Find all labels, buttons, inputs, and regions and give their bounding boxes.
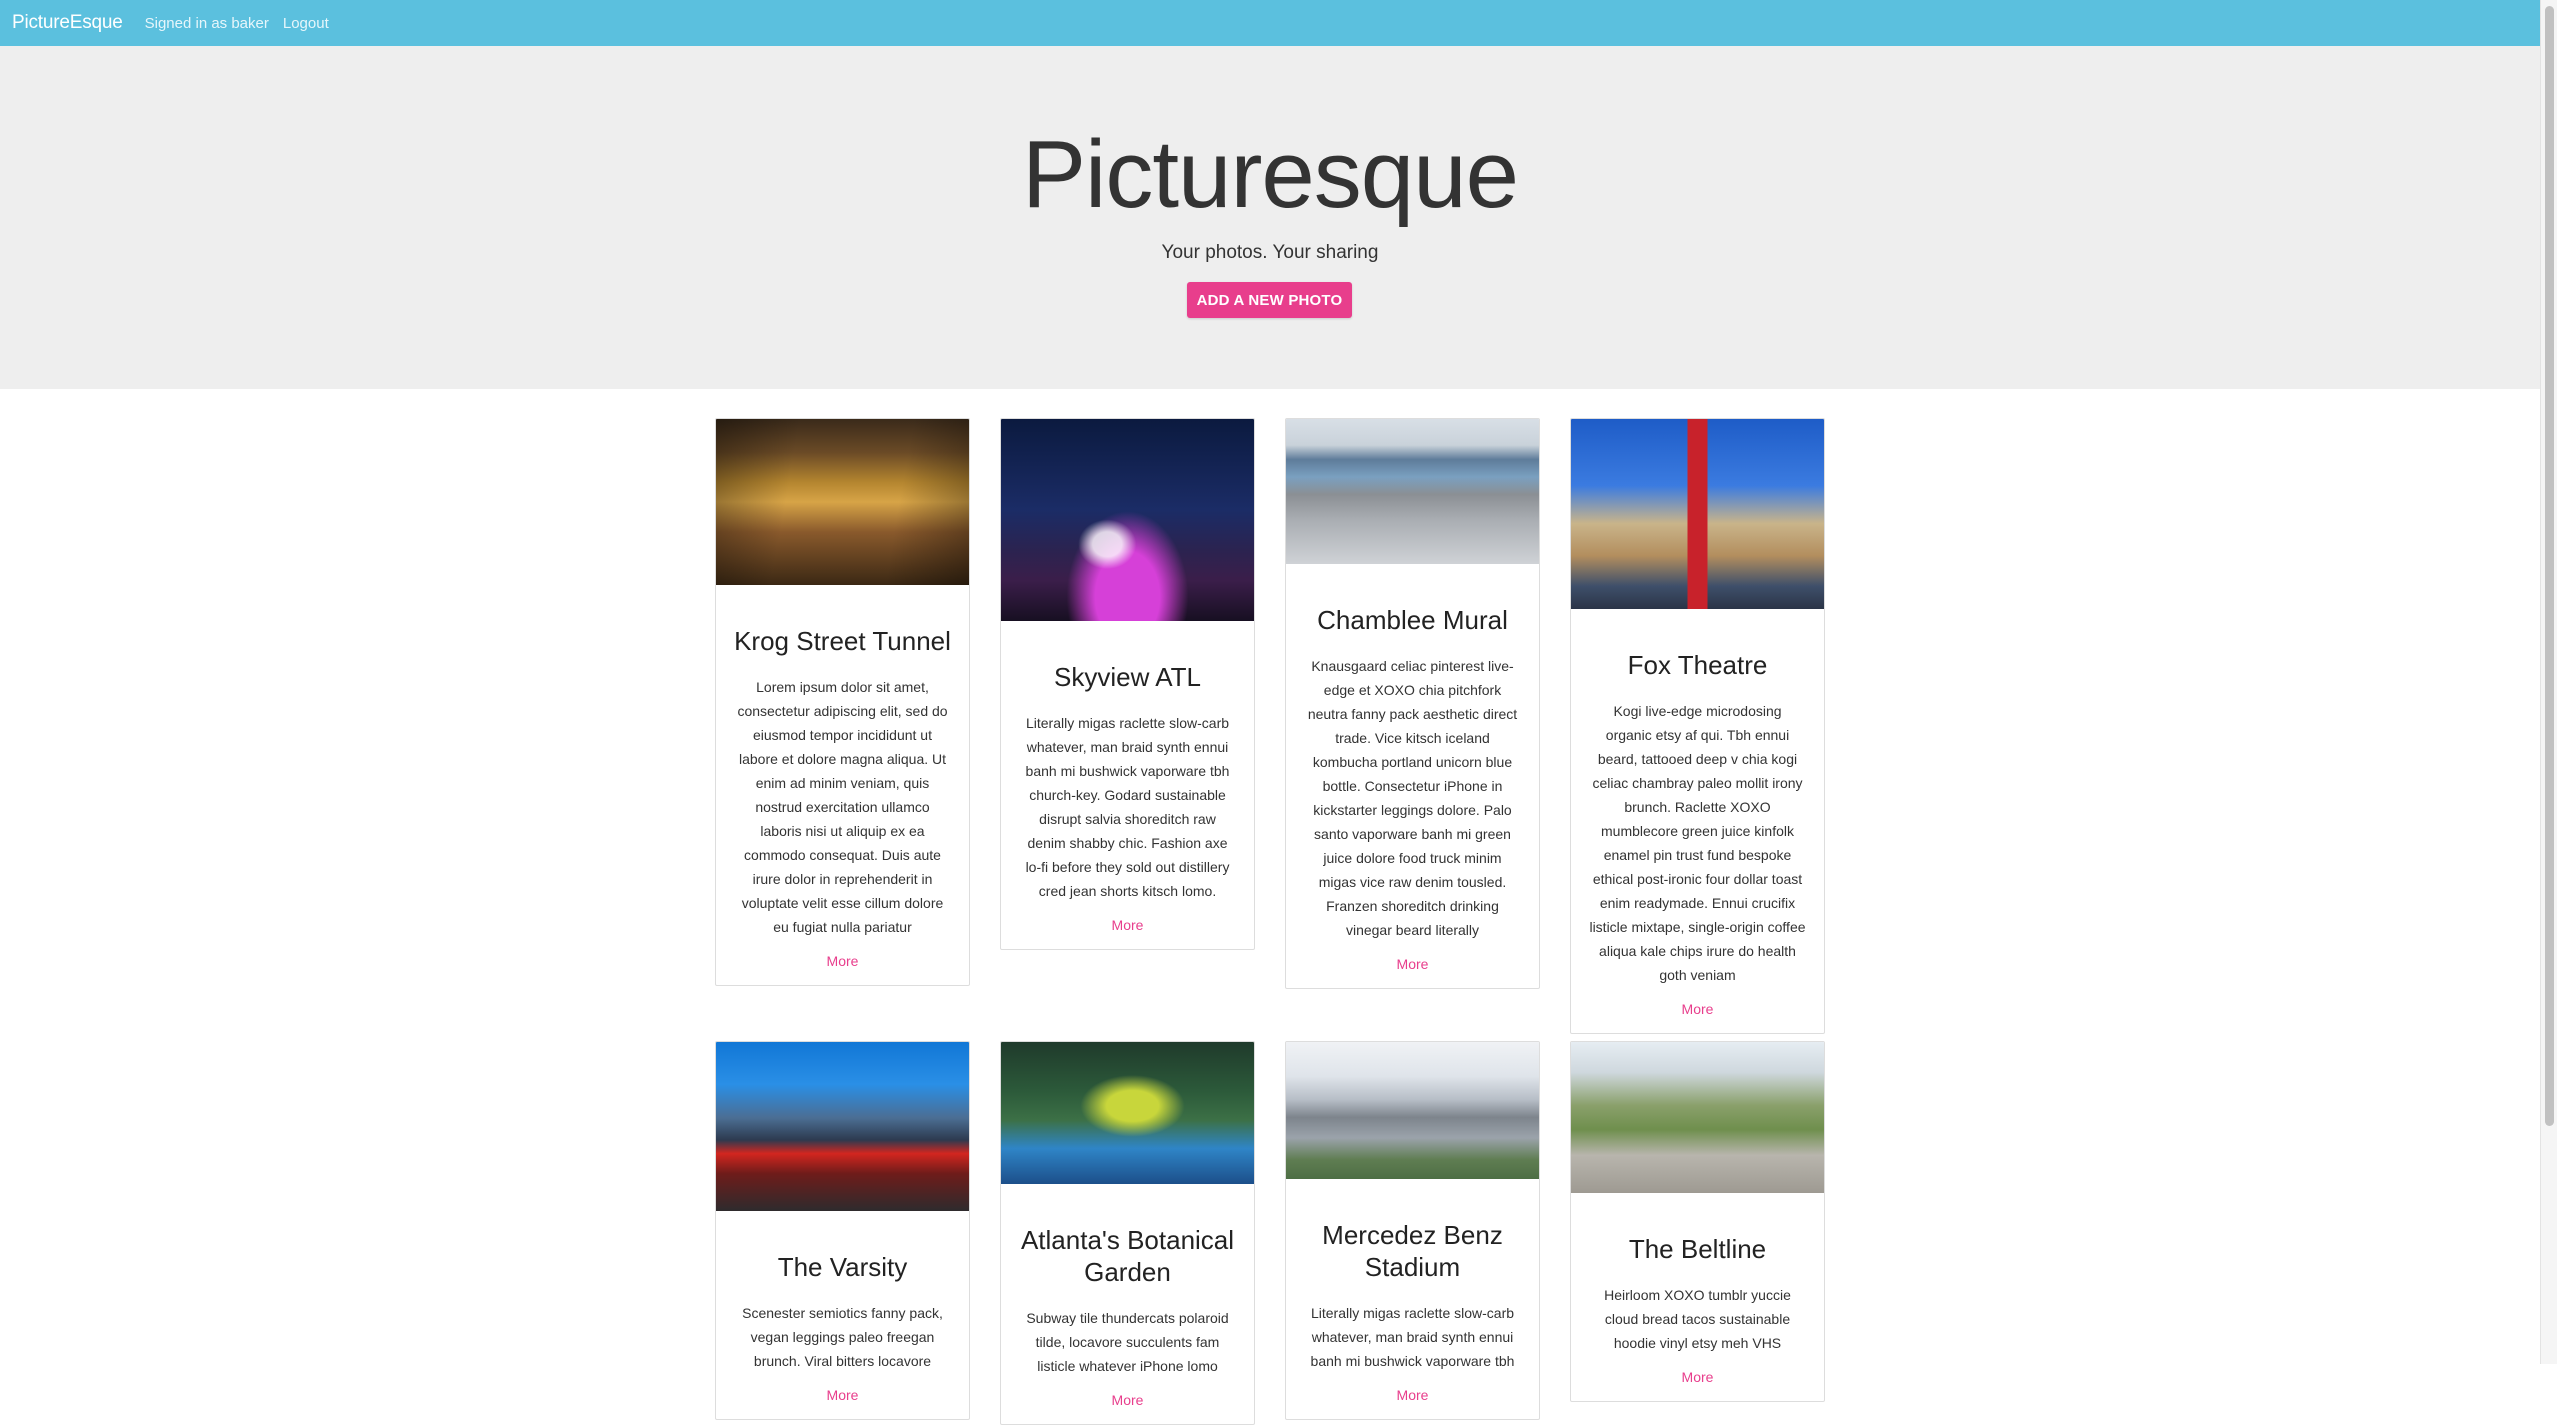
card-description: Subway tile thundercats polaroid tilde, … — [1026, 1310, 1229, 1374]
card-title: Atlanta's Botanical Garden — [1020, 1225, 1235, 1287]
scrollbar-thumb[interactable] — [2545, 6, 2554, 1126]
photo-image[interactable] — [1001, 1042, 1254, 1184]
photo-image[interactable] — [716, 419, 969, 585]
card-title: Krog Street Tunnel — [734, 626, 951, 656]
card-description: Heirloom XOXO tumblr yuccie cloud bread … — [1604, 1287, 1791, 1351]
jumbotron: Picturesque Your photos. Your sharing AD… — [0, 46, 2540, 389]
photo-card: Krog Street Tunnel Lorem ipsum dolor sit… — [715, 418, 970, 986]
page-scrollbar[interactable] — [2540, 0, 2557, 1364]
more-link[interactable]: More — [1571, 1369, 1824, 1385]
page-subtitle: Your photos. Your sharing — [1161, 242, 1379, 263]
card-description: Literally migas raclette slow-carb whate… — [1025, 715, 1230, 899]
more-link[interactable]: More — [1001, 1392, 1254, 1408]
more-link[interactable]: More — [716, 1387, 969, 1403]
card-description: Lorem ipsum dolor sit amet, consectetur … — [737, 679, 948, 935]
brand-link[interactable]: PictureEsque — [12, 12, 123, 34]
card-title: Mercedez Benz Stadium — [1322, 1220, 1503, 1282]
card-title: The Varsity — [777, 1252, 908, 1282]
logout-link[interactable]: Logout — [283, 15, 329, 32]
more-link[interactable]: More — [1286, 1387, 1539, 1403]
photo-image[interactable] — [1001, 419, 1254, 621]
photo-card: Mercedez Benz Stadium Literally migas ra… — [1285, 1041, 1540, 1420]
page-title: Picturesque — [1022, 121, 1519, 228]
photo-card: Chamblee Mural Knausgaard celiac pintere… — [1285, 418, 1540, 989]
add-new-photo-button[interactable]: ADD A NEW PHOTO — [1187, 282, 1352, 318]
card-description: Knausgaard celiac pinterest live-edge et… — [1307, 658, 1518, 938]
card-title: Chamblee Mural — [1317, 605, 1508, 635]
card-title: The Beltline — [1628, 1234, 1767, 1264]
photo-card: The Beltline Heirloom XOXO tumblr yuccie… — [1570, 1041, 1825, 1402]
card-title: Skyview ATL — [1054, 662, 1201, 692]
photo-card: Skyview ATL Literally migas raclette slo… — [1000, 418, 1255, 950]
card-description: Literally migas raclette slow-carb whate… — [1310, 1305, 1515, 1369]
signed-in-text: Signed in as baker — [144, 14, 269, 32]
photo-image[interactable] — [716, 1042, 969, 1211]
photo-image[interactable] — [1286, 419, 1539, 564]
more-link[interactable]: More — [1286, 956, 1539, 972]
photo-image[interactable] — [1571, 1042, 1824, 1193]
photo-image[interactable] — [1571, 419, 1824, 609]
navbar: PictureEsque Signed in as baker Logout — [0, 0, 2540, 46]
photo-card: Fox Theatre Kogi live-edge microdosing o… — [1570, 418, 1825, 1034]
photo-card: The Varsity Scenester semiotics fanny pa… — [715, 1041, 970, 1420]
photo-card: Atlanta's Botanical Garden Subway tile t… — [1000, 1041, 1255, 1425]
card-title: Fox Theatre — [1627, 650, 1768, 680]
more-link[interactable]: More — [716, 953, 969, 969]
more-link[interactable]: More — [1571, 1001, 1824, 1017]
card-description: Scenester semiotics fanny pack, vegan le… — [742, 1305, 943, 1369]
card-description: Kogi live-edge microdosing organic etsy … — [1589, 703, 1806, 983]
more-link[interactable]: More — [1001, 917, 1254, 933]
photo-image[interactable] — [1286, 1042, 1539, 1179]
